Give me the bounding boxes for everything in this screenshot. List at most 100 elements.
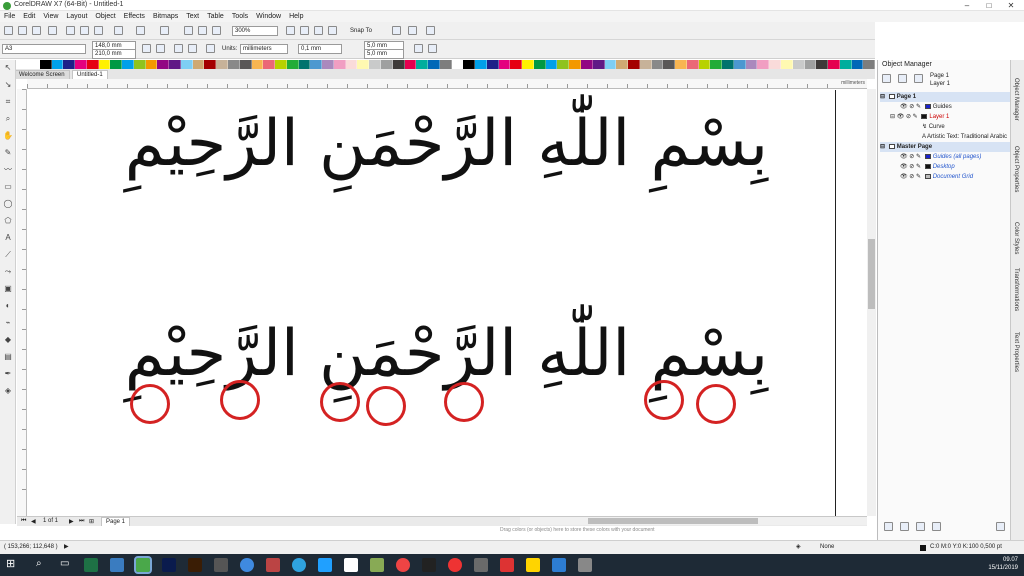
open-icon[interactable]: [18, 26, 27, 35]
sidetab-color-styles[interactable]: Color Styles: [1013, 222, 1019, 254]
color-palette[interactable]: [28, 60, 876, 69]
color-swatch[interactable]: [228, 60, 240, 69]
color-swatch[interactable]: [851, 60, 864, 69]
maximize-button[interactable]: □: [978, 0, 1000, 11]
color-swatch[interactable]: [710, 60, 723, 69]
paste-icon[interactable]: [94, 26, 103, 35]
layer-manager-icon[interactable]: [914, 74, 923, 83]
color-swatch[interactable]: [804, 60, 817, 69]
page-height-field[interactable]: 210,0 mm: [92, 49, 136, 59]
menu-edit[interactable]: Edit: [19, 11, 39, 22]
sidetab-text-properties[interactable]: Text Properties: [1013, 332, 1019, 372]
color-swatch[interactable]: [569, 60, 581, 69]
parallel-dimension-icon[interactable]: ⟋: [3, 250, 13, 260]
menu-window[interactable]: Window: [252, 11, 285, 22]
color-swatch[interactable]: [122, 60, 134, 69]
connector-tool-icon[interactable]: ⤳: [3, 267, 13, 277]
app-icon[interactable]: [110, 558, 124, 572]
transparency-tool-icon[interactable]: ◐: [3, 301, 13, 311]
color-swatch[interactable]: [522, 60, 534, 69]
color-swatch[interactable]: [51, 60, 64, 69]
crop-tool-icon[interactable]: ⌗: [3, 97, 13, 107]
menu-tools[interactable]: Tools: [228, 11, 252, 22]
color-swatch[interactable]: [298, 60, 311, 69]
landscape-icon[interactable]: [156, 44, 165, 53]
smart-fill-icon[interactable]: ▤: [3, 352, 13, 362]
horizontal-scrollbar[interactable]: [520, 517, 867, 525]
color-swatch[interactable]: [745, 60, 758, 69]
color-swatch[interactable]: [192, 60, 205, 69]
tree-page-1[interactable]: ⊟ Page 1: [880, 92, 1010, 102]
app-icon[interactable]: [448, 558, 462, 572]
color-swatch[interactable]: [451, 60, 464, 69]
ellipse-tool-icon[interactable]: ◯: [3, 199, 13, 209]
copy-icon[interactable]: [80, 26, 89, 35]
menu-layout[interactable]: Layout: [62, 11, 91, 22]
text-tool-icon[interactable]: A: [3, 233, 13, 243]
color-swatch[interactable]: [486, 60, 499, 69]
color-swatch[interactable]: [110, 60, 123, 69]
app-icon[interactable]: [370, 558, 384, 572]
full-screen-icon[interactable]: [286, 26, 295, 35]
app-icon[interactable]: [422, 558, 436, 572]
save-icon[interactable]: [32, 26, 41, 35]
app-icon[interactable]: [214, 558, 228, 572]
pan-tool-icon[interactable]: ✋: [3, 131, 13, 141]
view-options-icon[interactable]: [898, 74, 907, 83]
last-page-icon[interactable]: ⏭: [79, 518, 84, 525]
scroll-thumb[interactable]: [588, 518, 758, 524]
color-swatch[interactable]: [463, 60, 476, 69]
scroll-thumb[interactable]: [868, 239, 875, 309]
color-swatch[interactable]: [333, 60, 346, 69]
nudge-distance-field[interactable]: 0,1 mm: [298, 44, 342, 54]
color-swatch[interactable]: [781, 60, 793, 69]
excel-icon[interactable]: [84, 558, 98, 572]
app-icon[interactable]: [344, 558, 358, 572]
arabic-text-line-1[interactable]: بِسْمِ اللّٰهِ الرَّحْمَنِ الرَّحِيْمِ: [125, 112, 768, 176]
color-swatch[interactable]: [663, 60, 676, 69]
duplicate-y-field[interactable]: 5,0 mm: [364, 49, 404, 59]
app-icon[interactable]: [318, 558, 332, 572]
telegram-icon[interactable]: [292, 558, 306, 572]
color-swatch[interactable]: [404, 60, 417, 69]
color-swatch[interactable]: [263, 60, 276, 69]
app-icon[interactable]: [500, 558, 514, 572]
current-page-icon[interactable]: [188, 44, 197, 53]
tree-artistic-text[interactable]: A Artistic Text: Traditional Arabic: [880, 132, 1010, 142]
color-swatch[interactable]: [180, 60, 193, 69]
color-swatch[interactable]: [169, 60, 181, 69]
color-swatch[interactable]: [416, 60, 429, 69]
illustrator-icon[interactable]: [188, 558, 202, 572]
color-swatch[interactable]: [239, 60, 252, 69]
color-swatch[interactable]: [98, 60, 111, 69]
color-swatch[interactable]: [204, 60, 217, 69]
redo-icon[interactable]: [136, 26, 145, 35]
show-grid-icon[interactable]: [314, 26, 323, 35]
freehand-tool-icon[interactable]: ✎: [3, 148, 13, 158]
app-icon[interactable]: [552, 558, 566, 572]
fill-status[interactable]: None: [820, 543, 834, 552]
edit-units-icon[interactable]: [414, 44, 423, 53]
polygon-tool-icon[interactable]: ⬠: [3, 216, 13, 226]
tree-master-page[interactable]: ⊟ Master Page: [880, 142, 1010, 152]
menu-text[interactable]: Text: [182, 11, 203, 22]
tree-guides-all-pages[interactable]: 👁 ⊘ ✎ Guides (all pages): [880, 152, 1010, 162]
new-layer-icon[interactable]: [884, 522, 893, 531]
chrome-icon[interactable]: [396, 558, 410, 572]
color-swatch[interactable]: [828, 60, 840, 69]
color-swatch[interactable]: [498, 60, 511, 69]
fill-tool-icon[interactable]: ◈: [3, 386, 13, 396]
all-pages-icon[interactable]: [174, 44, 183, 53]
color-swatch[interactable]: [286, 60, 299, 69]
tree-guides[interactable]: 👁 ⊘ ✎ Guides: [880, 102, 1010, 112]
prev-page-icon[interactable]: ◀: [31, 518, 36, 525]
delete-icon[interactable]: [996, 522, 1005, 531]
page-size-select[interactable]: A3: [2, 44, 86, 54]
task-view-icon[interactable]: ▭: [60, 558, 69, 569]
color-swatch[interactable]: [75, 60, 87, 69]
tab-welcome-screen[interactable]: Welcome Screen: [14, 70, 70, 79]
color-swatch[interactable]: [310, 60, 323, 69]
color-swatch[interactable]: [510, 60, 523, 69]
color-swatch[interactable]: [686, 60, 699, 69]
eyedropper-tool-icon[interactable]: ⌁: [3, 318, 13, 328]
